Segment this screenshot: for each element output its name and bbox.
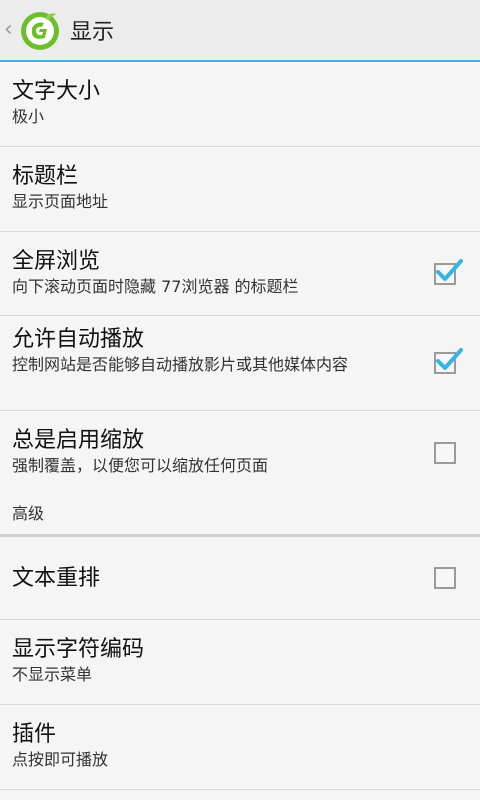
pref-summary: 点按即可播放: [12, 750, 109, 769]
pref-title: 标题栏: [12, 164, 79, 189]
pref-text-reflow[interactable]: 文本重排: [0, 537, 480, 620]
force-zoom-checkbox[interactable]: [434, 442, 456, 464]
checkmark-icon: [436, 348, 463, 370]
fullscreen-checkbox[interactable]: [434, 258, 463, 285]
action-bar: ‹ 显示: [0, 0, 480, 62]
pref-summary: 控制网站是否能够自动播放影片或其他媒体内容: [12, 355, 349, 374]
pref-summary: 向下滚动页面时隐藏 77浏览器 的标题栏: [12, 277, 299, 296]
pref-title: 插件: [12, 722, 57, 747]
pref-summary: 极小: [12, 107, 45, 126]
preferences-list: 文字大小 极小 标题栏 显示页面地址 全屏浏览 向下滚动页面时隐藏 77浏览器 …: [0, 62, 480, 790]
pref-title: 总是启用缩放: [12, 428, 145, 453]
pref-autoplay[interactable]: 允许自动播放 控制网站是否能够自动播放影片或其他媒体内容: [0, 316, 480, 411]
autoplay-checkbox[interactable]: [434, 348, 463, 374]
pref-title-bar[interactable]: 标题栏 显示页面地址: [0, 147, 480, 232]
pref-title: 允许自动播放: [12, 327, 145, 352]
pref-summary: 不显示菜单: [12, 665, 93, 684]
page-title: 显示: [70, 20, 115, 45]
text-reflow-checkbox[interactable]: [434, 567, 456, 589]
checkmark-icon: [436, 258, 463, 281]
pref-fullscreen[interactable]: 全屏浏览 向下滚动页面时隐藏 77浏览器 的标题栏: [0, 232, 480, 316]
pref-title: 全屏浏览: [12, 249, 101, 274]
section-header-advanced: 高级: [0, 495, 480, 537]
pref-show-encoding[interactable]: 显示字符编码 不显示菜单: [0, 620, 480, 705]
pref-force-zoom[interactable]: 总是启用缩放 强制覆盖，以便您可以缩放任何页面: [0, 411, 480, 495]
app-logo-icon[interactable]: [18, 8, 62, 52]
pref-plugins[interactable]: 插件 点按即可播放: [0, 705, 480, 790]
pref-title: 文字大小: [12, 79, 101, 104]
pref-text-size[interactable]: 文字大小 极小: [0, 62, 480, 147]
pref-title: 显示字符编码: [12, 637, 145, 662]
pref-summary: 显示页面地址: [12, 192, 109, 211]
pref-title: 文本重排: [12, 566, 101, 591]
pref-summary: 强制覆盖，以便您可以缩放任何页面: [12, 456, 269, 475]
up-caret-icon[interactable]: ‹: [4, 0, 16, 61]
